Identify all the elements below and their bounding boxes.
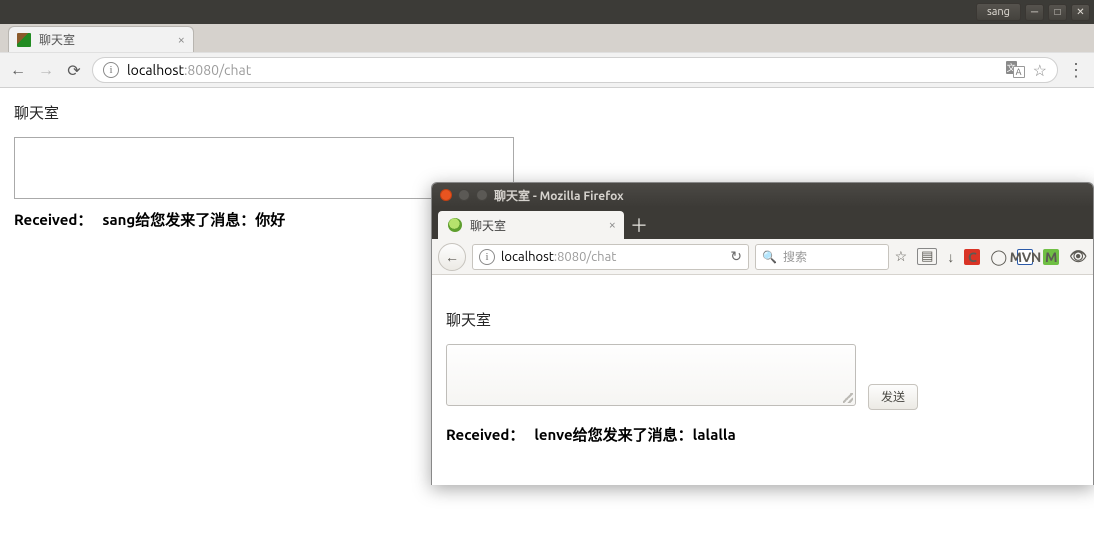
address-bar[interactable]: i localhost:8080/chat ☆ (92, 57, 1058, 83)
chrome-tabstrip: 聊天室 × (0, 24, 1094, 52)
forward-icon[interactable]: → (36, 61, 56, 80)
reload-icon[interactable]: ⟳ (64, 61, 84, 80)
bookmark-m-icon[interactable]: M (1043, 249, 1059, 265)
search-icon: 🔍 (762, 250, 777, 264)
send-button[interactable]: 发送 (868, 384, 918, 410)
received-label: Received： (446, 424, 524, 445)
translate-icon[interactable] (1007, 63, 1023, 77)
page-title: 聊天室 (14, 102, 1080, 123)
received-text: lenve给您发来了消息：lalalla (534, 424, 735, 445)
toolbar-icon-group: ☆ ▤ ↓ C ◯ MVN M 👁 (895, 248, 1087, 266)
window-maximize-button[interactable] (476, 189, 488, 201)
desktop-menubar: sang ─ □ ✕ (0, 0, 1094, 24)
message-input[interactable] (446, 344, 856, 406)
downloads-icon[interactable]: ↓ (947, 249, 954, 265)
favicon-icon (17, 33, 31, 47)
bookmark-star-icon[interactable]: ☆ (1033, 61, 1047, 80)
bookmark-mvn-icon[interactable]: MVN (1017, 249, 1033, 265)
address-bar[interactable]: i localhost:8080/chat ↻ (472, 244, 749, 270)
firefox-tab-title: 聊天室 (470, 217, 506, 234)
back-icon[interactable]: ← (438, 243, 466, 271)
page-title: 聊天室 (446, 309, 1079, 330)
compose-row: 发送 (446, 344, 1079, 410)
weibo-icon[interactable]: 👁 (1069, 248, 1087, 265)
chrome-tab[interactable]: 聊天室 × (8, 26, 194, 52)
url-text: localhost:8080/chat (127, 62, 251, 78)
favicon-icon (448, 218, 462, 232)
search-placeholder: 搜索 (783, 248, 807, 265)
window-close-button[interactable]: ✕ (1071, 4, 1090, 21)
chrome-menu-icon[interactable]: ⋮ (1066, 60, 1086, 81)
menubar-user-chip[interactable]: sang (976, 3, 1021, 21)
window-maximize-button[interactable]: □ (1048, 4, 1067, 21)
url-text: localhost:8080/chat (501, 250, 616, 264)
received-label: Received： (14, 209, 92, 230)
search-bar[interactable]: 🔍 搜索 (755, 244, 889, 270)
github-icon[interactable]: ◯ (990, 248, 1007, 266)
firefox-titlebar[interactable]: 聊天室 - Mozilla Firefox (432, 183, 1093, 207)
new-tab-button[interactable]: ＋ (624, 211, 654, 239)
site-info-icon[interactable]: i (103, 62, 119, 78)
bookmark-star-icon[interactable]: ☆ (895, 248, 908, 265)
back-icon[interactable]: ← (8, 61, 28, 80)
firefox-window: 聊天室 - Mozilla Firefox 聊天室 × ＋ ← i localh… (431, 182, 1094, 485)
reload-icon[interactable]: ↻ (730, 248, 742, 265)
window-minimize-button[interactable] (458, 189, 470, 201)
site-info-icon[interactable]: i (479, 249, 495, 265)
url-path: :8080/chat (184, 62, 251, 78)
bookmark-c-icon[interactable]: C (964, 249, 980, 265)
firefox-tabstrip: 聊天室 × ＋ (432, 207, 1093, 239)
firefox-toolbar: ← i localhost:8080/chat ↻ 🔍 搜索 ☆ ▤ ↓ C ◯… (432, 239, 1093, 275)
firefox-tab[interactable]: 聊天室 × (438, 211, 624, 239)
window-minimize-button[interactable]: ─ (1025, 4, 1044, 21)
url-host: localhost (127, 62, 184, 78)
chrome-toolbar: ← → ⟳ i localhost:8080/chat ☆ ⋮ (0, 52, 1094, 88)
url-host: localhost (501, 250, 554, 264)
library-icon[interactable]: ▤ (917, 248, 937, 265)
received-message-row: Received： lenve给您发来了消息：lalalla (446, 424, 1079, 445)
close-icon[interactable]: × (178, 33, 185, 47)
window-close-button[interactable] (440, 189, 452, 201)
chrome-tab-title: 聊天室 (39, 31, 75, 48)
url-path: :8080/chat (554, 250, 616, 264)
firefox-page-content: 聊天室 发送 Received： lenve给您发来了消息：lalalla (432, 275, 1093, 485)
received-text: sang给您发来了消息：你好 (102, 209, 285, 230)
menubar-user-name: sang (987, 6, 1010, 18)
window-title: 聊天室 - Mozilla Firefox (494, 187, 624, 204)
close-icon[interactable]: × (609, 218, 616, 232)
send-button-label: 发送 (881, 390, 905, 404)
